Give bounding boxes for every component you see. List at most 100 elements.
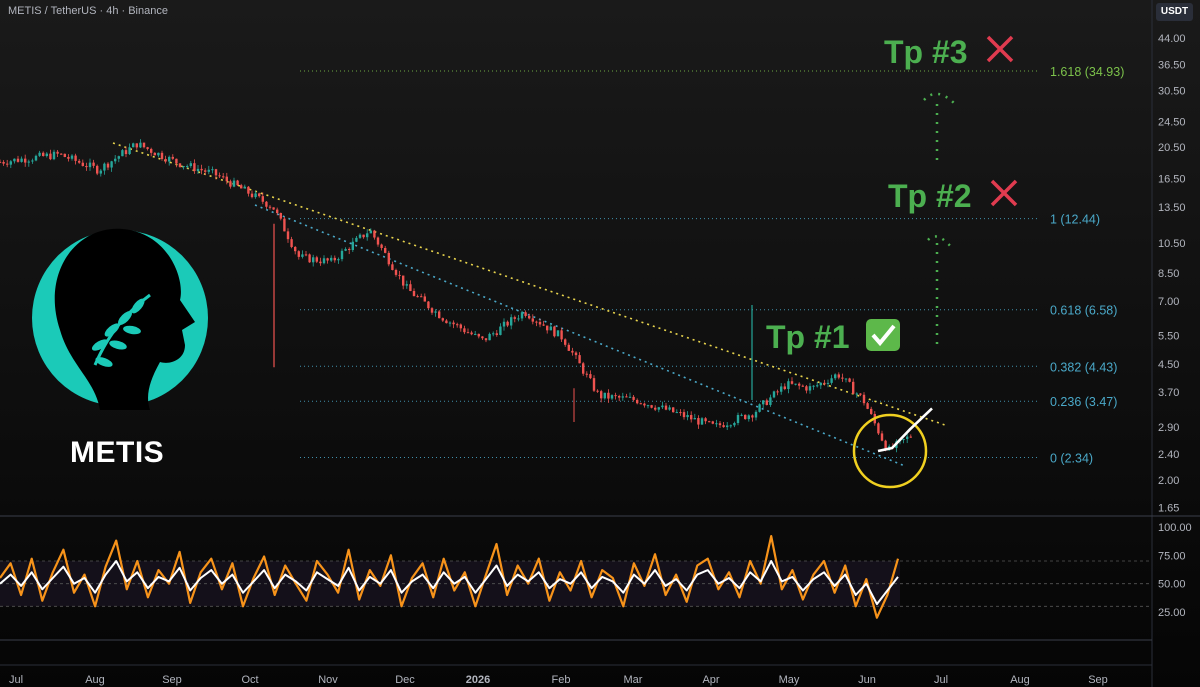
price-tick-label: 8.50 <box>1158 268 1179 280</box>
candle-body <box>358 234 362 238</box>
candle-body <box>70 155 74 159</box>
candle-body <box>524 312 527 316</box>
candle-body <box>661 405 664 408</box>
candle-body <box>373 230 376 238</box>
candle-body <box>780 386 783 392</box>
candle-body <box>150 148 153 153</box>
candle-body <box>459 324 462 329</box>
candle-body <box>405 284 408 286</box>
candle-body <box>535 321 538 323</box>
candle-body <box>463 328 466 333</box>
candle-body <box>409 284 412 292</box>
candle-body <box>153 152 156 156</box>
candle-body <box>870 408 873 414</box>
candle-body <box>88 162 92 168</box>
time-tick-label: 2026 <box>466 674 490 686</box>
candle-body <box>700 418 704 425</box>
candle-body <box>110 161 113 168</box>
candle-body <box>175 158 178 164</box>
candle-body <box>330 257 333 261</box>
price-tick-label: 13.50 <box>1158 202 1186 214</box>
candle-body <box>502 321 506 327</box>
candle-body <box>186 166 189 168</box>
candle-body <box>452 322 455 325</box>
candle-body <box>16 158 20 162</box>
candle-body <box>844 378 848 380</box>
candle-body <box>380 244 383 248</box>
time-tick-label: Feb <box>552 674 571 686</box>
candle-body <box>646 405 650 407</box>
candle-body <box>628 396 632 398</box>
candle-body <box>582 363 585 374</box>
candle-body <box>160 152 164 159</box>
candle-body <box>200 168 203 171</box>
candle-body <box>909 436 912 438</box>
candle-body <box>517 318 520 320</box>
candle-body <box>265 201 268 207</box>
candle-body <box>448 322 452 324</box>
price-tick-label: 10.50 <box>1158 238 1186 250</box>
price-tick-label: 4.50 <box>1158 359 1179 371</box>
candle-body <box>182 166 185 168</box>
candle-body <box>124 150 128 155</box>
candle-body <box>643 403 646 406</box>
time-axis: Jul Aug Sep Oct Nov Dec 2026 Feb Mar Apr May Jun Jul… <box>9 674 1108 686</box>
price-tick-label: 36.50 <box>1158 60 1186 72</box>
price-tick-label: 44.00 <box>1158 33 1186 45</box>
price-tick-label: 24.50 <box>1158 117 1186 129</box>
price-tick-label: 2.90 <box>1158 422 1179 434</box>
candle-body <box>276 209 279 214</box>
price-tick-label: 16.50 <box>1158 173 1186 185</box>
fib-label: 0.236 (3.47) <box>1050 395 1117 409</box>
candle-body <box>585 373 588 375</box>
time-tick-label: May <box>779 674 800 686</box>
candle-body <box>477 333 480 337</box>
candle-body <box>20 158 23 162</box>
candle-body <box>204 170 207 172</box>
candle-body <box>654 407 657 410</box>
candle-body <box>484 338 488 341</box>
candle-body <box>13 158 16 162</box>
candle-body <box>722 425 725 428</box>
candle-body <box>261 196 264 202</box>
candle-body <box>852 381 855 394</box>
currency-badge[interactable]: USDT <box>1156 3 1193 21</box>
time-tick-label: Aug <box>1010 674 1030 686</box>
rsi-tick-label: 25.00 <box>1158 607 1186 619</box>
candle-body <box>139 142 142 148</box>
candle-body <box>826 382 830 384</box>
symbol-header[interactable]: METIS / TetherUS · 4h · Binance <box>8 5 168 17</box>
candle-body <box>279 213 282 219</box>
candle-body <box>542 324 545 326</box>
time-tick-label: Jul <box>9 674 23 686</box>
rsi-tick-label: 50.00 <box>1158 579 1186 591</box>
candle-body <box>549 326 552 331</box>
tp-label: Tp #3 <box>884 34 968 70</box>
candle-body <box>736 414 740 423</box>
candle-body <box>272 207 275 210</box>
candle-body <box>740 414 743 416</box>
fib-label: 0 (2.34) <box>1050 452 1093 466</box>
candle-body <box>2 161 5 164</box>
candle-body <box>193 163 196 172</box>
candle-body <box>733 422 736 426</box>
candle-body <box>805 386 808 391</box>
candle-body <box>682 412 686 418</box>
candle-body <box>704 418 707 422</box>
candle-body <box>862 394 866 404</box>
candle-body <box>369 230 372 234</box>
candle-body <box>326 258 329 261</box>
candle-body <box>783 386 786 390</box>
candle-body <box>189 163 192 167</box>
candle-body <box>744 414 747 420</box>
candle-body <box>801 385 804 387</box>
chart-canvas[interactable]: 44.00 36.50 30.50 24.50 20.50 16.50 13.50 10.50… <box>0 0 1200 687</box>
candle-body <box>664 405 668 410</box>
candle-body <box>142 142 146 148</box>
time-tick-label: Mar <box>624 674 643 686</box>
candle-body <box>445 320 448 324</box>
candle-body <box>657 407 660 410</box>
time-tick-label: Nov <box>318 674 338 686</box>
candle-body <box>240 185 243 189</box>
candle-body <box>232 180 236 187</box>
